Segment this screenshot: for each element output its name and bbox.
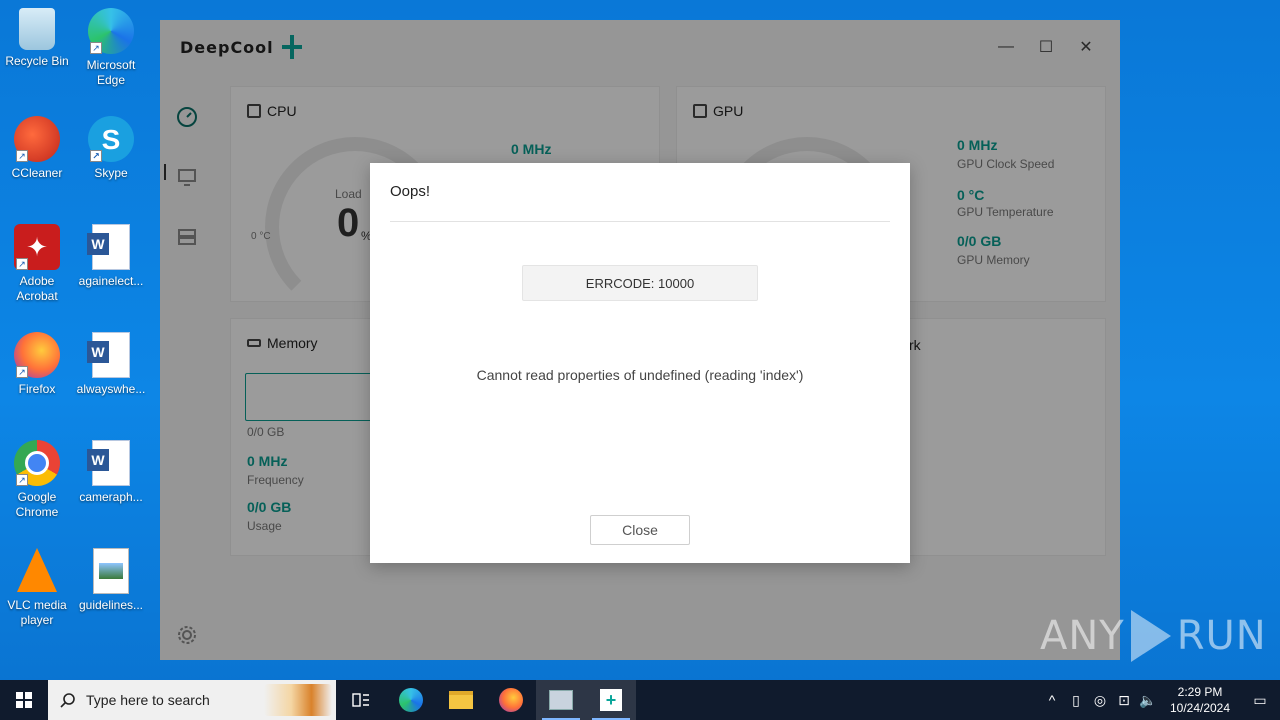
acrobat-icon: ✦ ↗ <box>14 224 60 270</box>
windows-logo-icon <box>16 692 32 708</box>
chevron-up-icon[interactable]: ^ <box>1040 692 1064 708</box>
desktop-icon-label: Microsoft Edge <box>86 58 136 87</box>
search-highlight-leaves-icon <box>264 684 332 716</box>
word-document-icon: W <box>87 332 130 378</box>
image-file-icon <box>93 548 129 594</box>
shortcut-arrow-icon: ↗ <box>16 258 28 270</box>
dialog-title: Oops! <box>390 183 431 200</box>
shortcut-arrow-icon: ↗ <box>16 474 28 486</box>
dialog-close-button[interactable]: Close <box>590 515 690 545</box>
notifications-icon[interactable]: ▭ <box>1240 692 1280 709</box>
desktop-icon-doc-alwayswhe[interactable]: W alwayswhe... <box>74 332 148 397</box>
taskbar-edge-icon[interactable] <box>386 680 436 720</box>
taskbar-deepcool-icon[interactable]: + <box>586 680 636 720</box>
taskbar-clock[interactable]: 2:29 PM 10/24/2024 <box>1160 684 1240 716</box>
shortcut-arrow-icon: ↗ <box>90 42 102 54</box>
taskbar-firefox-icon[interactable] <box>486 680 536 720</box>
desktop-icon-vlc[interactable]: VLC media player <box>0 548 74 628</box>
firefox-icon: ↗ <box>14 332 60 378</box>
desktop-icon-label: VLC media player <box>7 598 67 627</box>
ccleaner-icon: ↗ <box>14 116 60 162</box>
desktop-icon-doc-againelect[interactable]: W againelect... <box>74 224 148 289</box>
search-placeholder: Type here to search <box>86 692 210 708</box>
desktop-icon-edge[interactable]: ↗ Microsoft Edge <box>74 8 148 88</box>
desktop-icon-recycle-bin[interactable]: Recycle Bin <box>0 8 74 69</box>
play-logo-icon <box>1130 610 1171 662</box>
error-message: Cannot read properties of undefined (rea… <box>476 367 804 383</box>
chrome-icon: ↗ <box>14 440 60 486</box>
desktop-icon-guidelines[interactable]: guidelines... <box>74 548 148 613</box>
clock-date: 10/24/2024 <box>1169 701 1231 715</box>
taskbar: Type here to search + ^ ▯ ◎ ⊡ 🔈 2:29 PM … <box>0 680 1280 720</box>
desktop-icon-chrome[interactable]: ↗ Google Chrome <box>0 440 74 520</box>
desktop-icon-acrobat[interactable]: ✦ ↗ Adobe Acrobat <box>0 224 74 304</box>
desktop-icon-label: CCleaner <box>11 166 63 180</box>
vlc-icon <box>17 548 57 592</box>
shortcut-arrow-icon: ↗ <box>16 366 28 378</box>
dialog-divider <box>390 221 890 222</box>
error-dialog: Oops! ERRCODE: 10000 Cannot read propert… <box>370 163 910 563</box>
tablet-icon[interactable]: ▯ <box>1064 692 1088 709</box>
skype-icon: S ↗ <box>88 116 134 162</box>
desktop-icon-ccleaner[interactable]: ↗ CCleaner <box>0 116 74 181</box>
edge-icon: ↗ <box>88 8 134 54</box>
task-view-icon[interactable] <box>336 680 386 720</box>
desktop-icon-skype[interactable]: S ↗ Skype <box>74 116 148 181</box>
volume-icon[interactable]: 🔈 <box>1136 692 1160 709</box>
error-code-box: ERRCODE: 10000 <box>522 265 758 301</box>
search-icon <box>60 693 75 708</box>
meet-now-icon[interactable]: ◎ <box>1088 692 1112 709</box>
system-tray: ^ ▯ ◎ ⊡ 🔈 2:29 PM 10/24/2024 ▭ <box>1040 680 1280 720</box>
taskbar-search[interactable]: Type here to search <box>48 680 336 720</box>
anyrun-watermark: ANY RUN <box>1040 610 1267 662</box>
shortcut-arrow-icon: ↗ <box>90 150 102 162</box>
watermark-right-text: RUN <box>1176 613 1267 659</box>
shortcut-arrow-icon: ↗ <box>16 150 28 162</box>
desktop-icon-firefox[interactable]: ↗ Firefox <box>0 332 74 397</box>
clock-time: 2:29 PM <box>1177 685 1223 699</box>
watermark-left-text: ANY <box>1040 613 1125 659</box>
desktop-icon-label: Recycle Bin <box>5 54 69 68</box>
desktop-icon-label: Google Chrome <box>15 490 59 519</box>
file-explorer-icon[interactable] <box>436 680 486 720</box>
desktop-icon-label: Adobe Acrobat <box>16 274 58 303</box>
desktop-icon-label: cameraph... <box>79 490 143 504</box>
desktop-icon-label: Skype <box>94 166 128 180</box>
taskbar-network-app-icon[interactable] <box>536 680 586 720</box>
start-button[interactable] <box>0 680 48 720</box>
desktop-icon-label: alwayswhe... <box>76 382 146 396</box>
recycle-bin-icon <box>19 8 55 50</box>
desktop-icon-label: Firefox <box>18 382 56 396</box>
word-document-icon: W <box>87 224 130 270</box>
word-document-icon: W <box>87 440 130 486</box>
network-icon[interactable]: ⊡ <box>1112 692 1136 709</box>
desktop-icon-doc-cameraph[interactable]: W cameraph... <box>74 440 148 505</box>
desktop-icon-label: guidelines... <box>78 598 144 612</box>
desktop-icon-label: againelect... <box>78 274 144 288</box>
